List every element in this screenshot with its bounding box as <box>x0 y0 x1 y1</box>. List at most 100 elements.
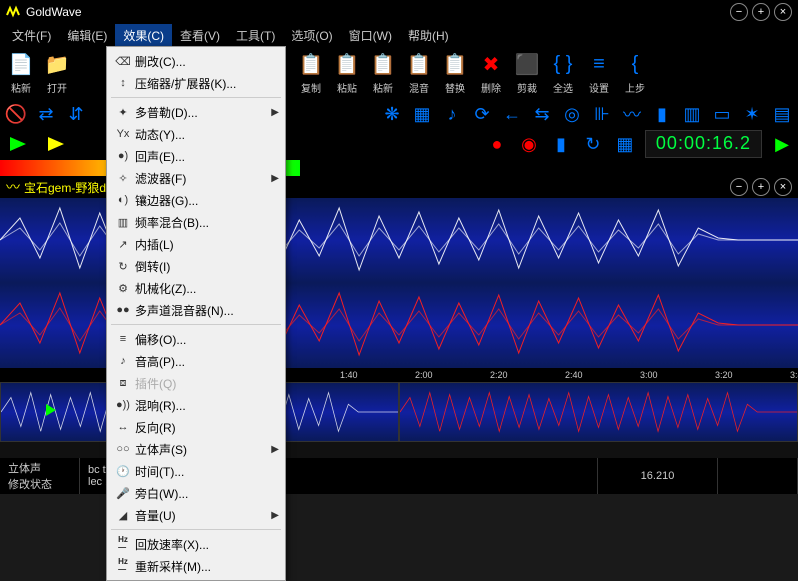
reverse-icon: ↔ <box>111 418 135 436</box>
menu-censor[interactable]: ⌫删改(C)... <box>107 50 285 72</box>
menu-resample[interactable]: Hz—重新采样(M)... <box>107 555 285 577</box>
menu-volume[interactable]: ◢音量(U)▶ <box>107 504 285 526</box>
menu-filter[interactable]: ✧滤波器(F)▶ <box>107 167 285 189</box>
menu-echo[interactable]: ●)回声(E)... <box>107 145 285 167</box>
settings-button[interactable]: ≡设置 <box>582 50 616 96</box>
echo-icon: ●) <box>111 147 135 165</box>
menu-playback-rate[interactable]: Hz—回放速率(X)... <box>107 533 285 555</box>
transfer-icon[interactable]: ⇄ <box>34 102 58 126</box>
menu-compressor[interactable]: ↕压缩器/扩展器(K)... <box>107 72 285 94</box>
prev-step-button[interactable]: {上步 <box>618 50 652 96</box>
paste-button[interactable]: 📋粘贴 <box>330 50 364 96</box>
menu-flanger[interactable]: ◐)镶边器(G)... <box>107 189 285 211</box>
mix-button[interactable]: 📋混音 <box>402 50 436 96</box>
menu-voiceover[interactable]: 🎤旁白(W)... <box>107 482 285 504</box>
menu-item[interactable]: 窗口(W) <box>341 24 400 47</box>
overview-playhead-icon[interactable] <box>46 403 58 421</box>
maximize-button[interactable]: + <box>752 3 770 21</box>
spectrum-icon[interactable]: ▮ <box>650 102 674 126</box>
status-modified: 修改状态 <box>8 476 71 492</box>
menu-item[interactable]: 查看(V) <box>172 24 228 47</box>
menu-item[interactable]: 工具(T) <box>228 24 283 47</box>
menu-item[interactable]: 文件(F) <box>4 24 59 47</box>
open-button[interactable]: 📁打开 <box>40 50 74 96</box>
select-all-button[interactable]: { }全选 <box>546 50 580 96</box>
refresh-icon[interactable]: ⟳ <box>470 102 494 126</box>
menu-item[interactable]: 编辑(E) <box>59 24 115 47</box>
menu-reverb[interactable]: ●))混响(R)... <box>107 394 285 416</box>
no-entry-icon[interactable]: 🚫 <box>4 102 28 126</box>
volume-icon: ◢ <box>111 506 135 524</box>
menu-interpolate[interactable]: ↗内插(L) <box>107 233 285 255</box>
menu-multichannel[interactable]: ●●多声道混音器(N)... <box>107 299 285 321</box>
titlebar: GoldWave − + × <box>0 0 798 24</box>
mechanize-icon: ⚙ <box>111 279 135 297</box>
grid-button[interactable]: ▦ <box>613 132 637 156</box>
flanger-icon: ◐) <box>111 191 135 209</box>
time-icon: 🕐 <box>111 462 135 480</box>
menu-item[interactable]: 帮助(H) <box>400 24 457 47</box>
menu-doppler[interactable]: ✦多普勒(D)...▶ <box>107 101 285 123</box>
menu-pitch[interactable]: ♪音高(P)... <box>107 350 285 372</box>
censor-icon: ⌫ <box>111 52 135 70</box>
track-maximize-button[interactable]: + <box>752 178 770 196</box>
menu-item[interactable]: 选项(O) <box>283 24 340 47</box>
paste-new-button[interactable]: 📄粘新 <box>4 50 38 96</box>
ruler-tick: 1:40 <box>340 370 358 380</box>
menu-freq-blend[interactable]: ▥频率混合(B)... <box>107 211 285 233</box>
app-title: GoldWave <box>26 5 726 19</box>
target-icon[interactable]: ◎ <box>560 102 584 126</box>
copy-button[interactable]: 📋复制 <box>294 50 328 96</box>
menu-offset[interactable]: ≡偏移(O)... <box>107 328 285 350</box>
track-wave-icon: 〰 <box>6 177 20 197</box>
trim-button[interactable]: ⬛剪裁 <box>510 50 544 96</box>
menu-mechanize[interactable]: ⚙机械化(Z)... <box>107 277 285 299</box>
close-button[interactable]: × <box>774 3 792 21</box>
plugin-icon: ⧈ <box>111 374 135 392</box>
paste-new2-button[interactable]: 📋粘新 <box>366 50 400 96</box>
ruler-tick: 3:40 <box>790 370 798 380</box>
star-icon[interactable]: ✶ <box>740 102 764 126</box>
delete-button[interactable]: ✖删除 <box>474 50 508 96</box>
minimize-button[interactable]: − <box>730 3 748 21</box>
time-counter: 00:00:16.2 <box>645 130 762 158</box>
interpolate-icon: ↗ <box>111 235 135 253</box>
app-logo-icon <box>6 5 20 19</box>
menu-item[interactable]: 效果(C) <box>115 24 172 47</box>
rainbow-icon[interactable]: ▭ <box>710 102 734 126</box>
status-position: 16.210 <box>606 470 709 482</box>
swap-icon[interactable]: ⇆ <box>530 102 554 126</box>
palette-icon[interactable]: ▦ <box>410 102 434 126</box>
filter-icon: ✧ <box>111 169 135 187</box>
loop-button[interactable]: ↻ <box>581 132 605 156</box>
eq-icon[interactable]: ▥ <box>680 102 704 126</box>
freq-blend-icon: ▥ <box>111 213 135 231</box>
record2-button[interactable]: ◉ <box>517 132 541 156</box>
track-close-button[interactable]: × <box>774 178 792 196</box>
play-yellow-button[interactable] <box>42 133 72 155</box>
cyan-icon[interactable]: ▤ <box>770 102 794 126</box>
overview-right[interactable] <box>399 382 798 442</box>
track-minimize-button[interactable]: − <box>730 178 748 196</box>
sliders-icon[interactable]: ⊪ <box>590 102 614 126</box>
menu-stereo[interactable]: ○○立体声(S)▶ <box>107 438 285 460</box>
control-button[interactable]: ▮ <box>549 132 573 156</box>
menu-time[interactable]: 🕐时间(T)... <box>107 460 285 482</box>
arrow-left-icon[interactable]: ← <box>500 102 524 126</box>
transfer2-icon[interactable]: ⇵ <box>64 102 88 126</box>
menu-dynamics[interactable]: Yx动态(Y)... <box>107 123 285 145</box>
gear-icon[interactable]: ❋ <box>380 102 404 126</box>
record-button[interactable]: ● <box>485 132 509 156</box>
ruler-tick: 2:20 <box>490 370 508 380</box>
menu-reverse[interactable]: ↔反向(R) <box>107 416 285 438</box>
playback-rate-icon: Hz— <box>111 535 135 553</box>
wave-icon[interactable]: 〰 <box>620 102 644 126</box>
play-green-button[interactable] <box>4 133 34 155</box>
menu-invert[interactable]: ↻倒转(I) <box>107 255 285 277</box>
dynamics-icon: Yx <box>111 125 135 143</box>
note-icon[interactable]: ♪ <box>440 102 464 126</box>
ruler-tick: 2:00 <box>415 370 433 380</box>
replace-button[interactable]: 📋替换 <box>438 50 472 96</box>
doppler-icon: ✦ <box>111 103 135 121</box>
reverb-icon: ●)) <box>111 396 135 414</box>
